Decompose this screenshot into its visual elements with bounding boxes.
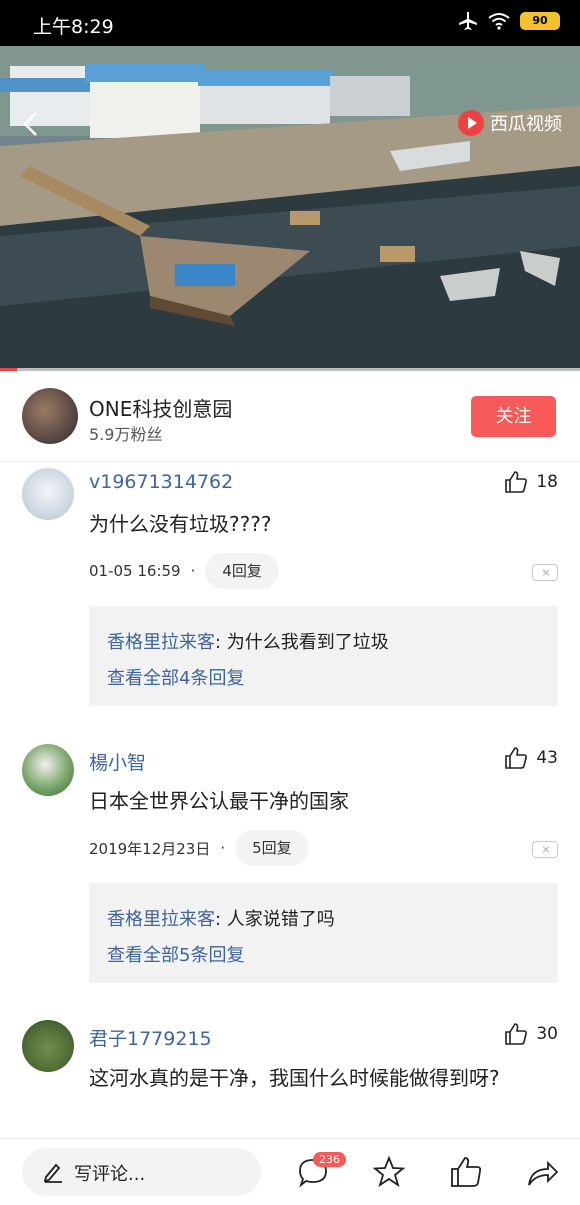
like-count: 18 [536, 472, 558, 492]
reply-text: : 为什么我看到了垃圾 [215, 632, 389, 653]
comment-meta: 2019年12月23日 · 5回复 [89, 830, 309, 866]
xigua-brand: 西瓜视频 [458, 110, 562, 136]
share-arrow-icon [528, 1160, 559, 1186]
reply-preview[interactable]: 香格里拉来客: 人家说错了吗 查看全部5条回复 [89, 883, 558, 983]
status-icons: 90 [458, 12, 560, 30]
author-avatar[interactable] [22, 388, 78, 444]
view-all-replies-link[interactable]: 查看全部5条回复 [107, 941, 244, 967]
pencil-icon [43, 1163, 62, 1183]
author-row: ONE科技创意园 5.9万粉丝 关注 [0, 372, 580, 462]
author-fans: 5.9万粉丝 [89, 425, 163, 444]
thumbs-up-icon [505, 1023, 528, 1045]
comment-meta: 01-05 16:59 · 4回复 [89, 553, 279, 589]
reply-user[interactable]: 香格里拉来客 [107, 909, 215, 930]
comment-user[interactable]: v19671314762 [89, 471, 233, 493]
write-comment-input[interactable]: 写评论... [22, 1148, 261, 1196]
reply-line: 香格里拉来客: 人家说错了吗 [107, 905, 335, 931]
avatar[interactable] [22, 744, 74, 796]
status-time: 上午8:29 [33, 16, 114, 38]
avatar[interactable] [22, 1020, 74, 1072]
brand-name: 西瓜视频 [490, 114, 562, 135]
reply-count-button[interactable]: 4回复 [205, 553, 279, 589]
thumbs-up-icon [505, 747, 528, 769]
status-bar: 上午8:29 90 [0, 0, 580, 46]
like-count: 43 [536, 748, 558, 768]
comment-user[interactable]: 君子1779215 [89, 1024, 212, 1051]
reply-preview[interactable]: 香格里拉来客: 为什么我看到了垃圾 查看全部4条回复 [89, 606, 558, 706]
thumbs-up-icon [505, 471, 528, 493]
like-button[interactable]: 18 [504, 470, 558, 494]
bottom-bar: 写评论... 236 [0, 1138, 580, 1205]
avatar[interactable] [22, 468, 74, 520]
airplane-mode-icon [459, 12, 477, 30]
star-icon [372, 1155, 406, 1188]
battery-icon: 90 [520, 12, 560, 30]
view-all-replies-link[interactable]: 查看全部4条回复 [107, 664, 244, 690]
video-frame [0, 46, 580, 370]
favorite-button[interactable] [372, 1155, 406, 1189]
chevron-left-icon [23, 112, 37, 136]
like-button[interactable]: 43 [504, 746, 558, 770]
like-button[interactable]: 30 [504, 1022, 558, 1046]
dismiss-button[interactable] [532, 564, 558, 581]
like-video-button[interactable] [449, 1155, 483, 1189]
reply-user[interactable]: 香格里拉来客 [107, 632, 215, 653]
comment-count-badge: 236 [313, 1152, 346, 1167]
video-progress-fill [0, 368, 18, 371]
video-progress-bar[interactable] [0, 368, 580, 371]
xigua-logo-icon [458, 110, 484, 136]
comment-date: 01-05 16:59 [89, 562, 181, 580]
reply-count-button[interactable]: 5回复 [235, 830, 309, 866]
meta-dot: · [220, 839, 226, 857]
comment-date: 2019年12月23日 [89, 839, 211, 858]
comment-user[interactable]: 楊小智 [89, 748, 146, 775]
like-count: 30 [536, 1024, 558, 1044]
dismiss-button[interactable] [532, 841, 558, 858]
comment-text: 为什么没有垃圾???? [89, 512, 272, 536]
meta-dot: · [190, 562, 196, 580]
video-player[interactable]: 西瓜视频 [0, 46, 580, 370]
reply-line: 香格里拉来客: 为什么我看到了垃圾 [107, 628, 389, 654]
thumbs-up-icon [451, 1157, 482, 1187]
comment-text: 这河水真的是干净，我国什么时候能做得到呀? [89, 1066, 500, 1090]
comment-text: 日本全世界公认最干净的国家 [89, 789, 349, 813]
share-button[interactable] [526, 1155, 560, 1189]
back-button[interactable] [18, 110, 46, 138]
write-comment-placeholder: 写评论... [74, 1164, 146, 1185]
follow-button[interactable]: 关注 [471, 396, 556, 437]
reply-text: : 人家说错了吗 [215, 909, 335, 930]
wifi-icon [488, 13, 510, 30]
author-name[interactable]: ONE科技创意园 [89, 393, 232, 422]
